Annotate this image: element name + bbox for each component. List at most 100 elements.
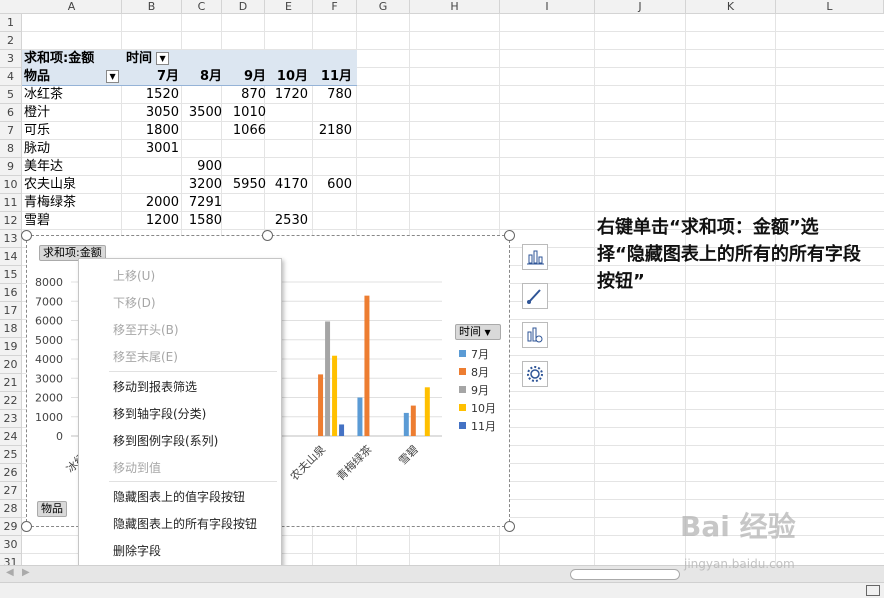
column-header[interactable]: F (313, 0, 357, 14)
bar[interactable] (410, 405, 416, 436)
column-header[interactable]: H (410, 0, 500, 14)
normal-view-icon[interactable] (866, 585, 880, 596)
bar[interactable] (424, 387, 430, 436)
pivot-value-cell[interactable]: 1800 (129, 122, 179, 140)
pivot-value-label[interactable]: 求和项:金额 (24, 50, 94, 68)
chart-settings-button[interactable] (522, 361, 548, 387)
row-header[interactable]: 2 (0, 32, 22, 50)
column-header[interactable]: K (686, 0, 776, 14)
pivot-value-cell[interactable]: 1580 (172, 212, 222, 230)
resize-handle[interactable] (504, 521, 515, 532)
column-header[interactable]: D (222, 0, 265, 14)
pivot-row-item[interactable]: 冰红茶 (24, 86, 63, 104)
row-header[interactable]: 21 (0, 374, 22, 392)
row-header[interactable]: 10 (0, 176, 22, 194)
row-header[interactable]: 7 (0, 122, 22, 140)
row-header[interactable]: 19 (0, 338, 22, 356)
pivot-value-cell[interactable]: 3001 (129, 140, 179, 158)
bar[interactable] (325, 321, 331, 436)
pivot-value-cell[interactable]: 1720 (258, 86, 308, 104)
scroll-right-icon[interactable]: ▶ (22, 567, 30, 578)
pivot-month-header[interactable]: 7月 (139, 68, 179, 86)
row-header[interactable]: 27 (0, 482, 22, 500)
context-menu-item[interactable]: 隐藏图表上的所有字段按钮 (113, 513, 257, 535)
resize-handle[interactable] (262, 230, 273, 241)
pivot-value-cell[interactable]: 900 (172, 158, 222, 176)
chart-styles-button[interactable] (522, 283, 548, 309)
row-header[interactable]: 4 (0, 68, 22, 86)
column-header[interactable]: E (265, 0, 313, 14)
row-header[interactable]: 12 (0, 212, 22, 230)
row-header[interactable]: 13 (0, 230, 22, 248)
pivot-row-item[interactable]: 脉动 (24, 140, 50, 158)
row-header[interactable]: 6 (0, 104, 22, 122)
pivot-month-header[interactable]: 9月 (226, 68, 266, 86)
pivot-value-cell[interactable]: 1520 (129, 86, 179, 104)
row-header[interactable]: 1 (0, 14, 22, 32)
row-header[interactable]: 18 (0, 320, 22, 338)
pivot-month-header[interactable]: 8月 (182, 68, 222, 86)
context-menu[interactable]: 上移(U) 下移(D) 移至开头(B) 移至末尾(E) 移动到报表筛选 移到轴字段(分类)… (78, 258, 282, 594)
row-header[interactable]: 22 (0, 392, 22, 410)
pivot-row-item[interactable]: 可乐 (24, 122, 50, 140)
column-header[interactable]: G (357, 0, 410, 14)
bar[interactable] (403, 412, 409, 436)
row-header[interactable]: 11 (0, 194, 22, 212)
pivot-value-cell[interactable]: 600 (302, 176, 352, 194)
pivot-month-header[interactable]: 10月 (268, 68, 308, 86)
pivot-value-cell[interactable]: 1010 (216, 104, 266, 122)
row-header[interactable]: 29 (0, 518, 22, 536)
row-header[interactable]: 15 (0, 266, 22, 284)
pivot-value-cell[interactable]: 4170 (258, 176, 308, 194)
bar[interactable] (318, 374, 324, 436)
row-header[interactable]: 25 (0, 446, 22, 464)
pivot-month-header[interactable]: 11月 (312, 68, 352, 86)
filter-dropdown-icon[interactable]: ▼ (106, 70, 120, 83)
pivot-value-cell[interactable]: 2530 (258, 212, 308, 230)
context-menu-item[interactable]: 移动到报表筛选 (113, 376, 197, 398)
scroll-left-icon[interactable]: ◀ (6, 567, 14, 578)
pivot-row-item[interactable]: 橙汁 (24, 104, 50, 122)
row-header[interactable]: 5 (0, 86, 22, 104)
filter-dropdown-icon[interactable]: ▼ (156, 52, 170, 65)
context-menu-item[interactable]: 删除字段 (113, 540, 161, 562)
pivot-value-cell[interactable]: 2180 (302, 122, 352, 140)
chart-elements-button[interactable] (522, 244, 548, 270)
chart-filters-button[interactable] (522, 322, 548, 348)
row-header[interactable]: 20 (0, 356, 22, 374)
row-header[interactable]: 9 (0, 158, 22, 176)
pivot-value-cell[interactable]: 3500 (172, 104, 222, 122)
column-header[interactable]: C (182, 0, 222, 14)
column-header[interactable]: B (122, 0, 182, 14)
pivot-value-cell[interactable]: 780 (302, 86, 352, 104)
resize-handle[interactable] (504, 230, 515, 241)
bar[interactable] (364, 295, 370, 436)
row-header[interactable]: 16 (0, 284, 22, 302)
pivot-row-field[interactable]: 物品 ▼ (24, 68, 120, 86)
row-header[interactable]: 23 (0, 410, 22, 428)
row-header[interactable]: 28 (0, 500, 22, 518)
row-header[interactable]: 26 (0, 464, 22, 482)
bar[interactable] (339, 424, 345, 436)
column-header[interactable]: L (776, 0, 884, 14)
pivot-value-cell[interactable]: 1066 (216, 122, 266, 140)
column-header[interactable]: I (500, 0, 595, 14)
pivot-column-field[interactable]: 时间 ▼ (126, 50, 170, 68)
scroll-thumb[interactable] (570, 569, 680, 580)
row-header[interactable]: 24 (0, 428, 22, 446)
pivot-value-cell[interactable]: 7291 (172, 194, 222, 212)
row-header[interactable]: 8 (0, 140, 22, 158)
pivot-row-item[interactable]: 美年达 (24, 158, 63, 176)
bar[interactable] (332, 355, 338, 436)
row-header[interactable]: 30 (0, 536, 22, 554)
pivot-row-item[interactable]: 青梅绿茶 (24, 194, 76, 212)
pivot-row-item[interactable]: 农夫山泉 (24, 176, 76, 194)
context-menu-item[interactable]: 移到图例字段(系列) (113, 430, 218, 452)
row-header[interactable]: 3 (0, 50, 22, 68)
row-header[interactable]: 31 (0, 554, 22, 565)
bar[interactable] (357, 397, 363, 437)
resize-handle[interactable] (21, 521, 32, 532)
resize-handle[interactable] (21, 230, 32, 241)
pivot-row-item[interactable]: 雪碧 (24, 212, 50, 230)
row-header[interactable]: 14 (0, 248, 22, 266)
